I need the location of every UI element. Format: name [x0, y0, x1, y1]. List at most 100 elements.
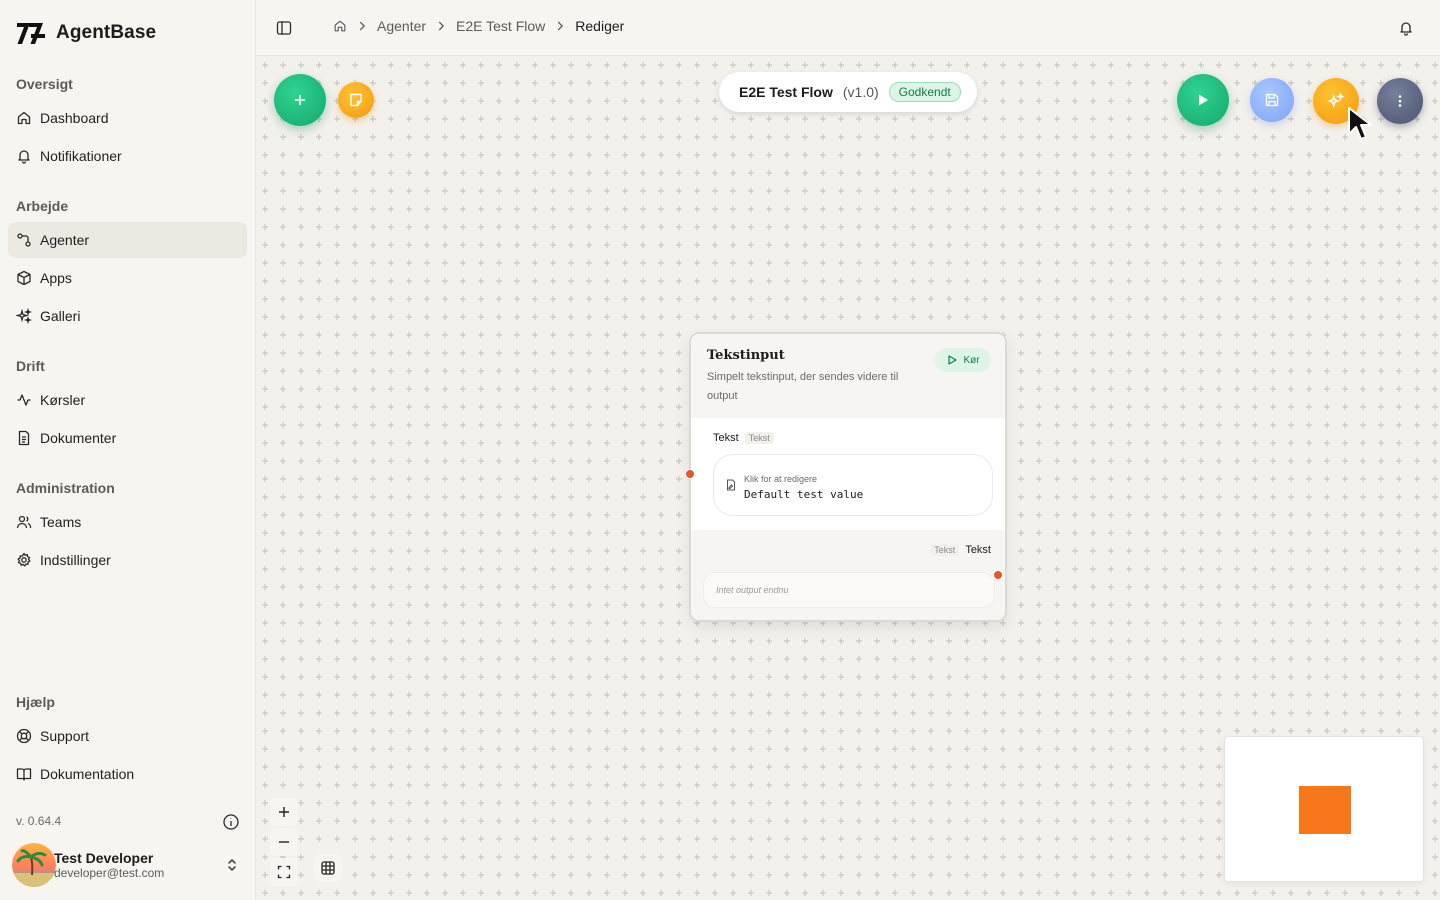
- flow-canvas[interactable]: E2E Test Flow (v1.0) Godkendt Tekstinput…: [256, 56, 1440, 900]
- home-icon[interactable]: [333, 19, 347, 33]
- output-handle[interactable]: [993, 570, 1003, 580]
- node-description: Simpelt tekstinput, der sendes videre ti…: [707, 371, 899, 402]
- sidebar-item-support[interactable]: Support: [8, 718, 247, 754]
- sidebar-item-dashboard[interactable]: Dashboard: [8, 100, 247, 136]
- input-port-label: Tekst Tekst: [713, 432, 774, 444]
- sidebar-item-galleri[interactable]: Galleri: [8, 298, 247, 334]
- home-icon: [17, 111, 31, 125]
- book-icon: [16, 768, 32, 781]
- zoom-in-button[interactable]: [270, 798, 298, 826]
- sidebar-item-korsler[interactable]: Kørsler: [8, 382, 247, 418]
- sidebar-item-label: Dokumentation: [40, 766, 135, 782]
- breadcrumb-flow[interactable]: E2E Test Flow: [456, 18, 545, 34]
- text-input-field[interactable]: Klik for at redigere Default test value: [713, 454, 993, 516]
- more-vertical-icon: [1398, 95, 1402, 107]
- zoom-out-button[interactable]: [270, 828, 298, 856]
- sidebar-item-label: Indstillinger: [40, 552, 111, 568]
- breadcrumb-agenter[interactable]: Agenter: [377, 18, 426, 34]
- workflow-icon: [17, 233, 31, 247]
- minus-icon: [279, 841, 289, 843]
- sidebar-item-indstillinger[interactable]: Indstillinger: [8, 542, 247, 578]
- edit-document-icon: [727, 479, 735, 491]
- sidebar-item-notifikationer[interactable]: Notifikationer: [8, 138, 247, 174]
- input-value: Default test value: [744, 488, 864, 501]
- minimap[interactable]: [1224, 736, 1424, 882]
- breadcrumb-current: Rediger: [575, 18, 625, 34]
- bell-icon[interactable]: [1398, 20, 1414, 36]
- sidebar: AgentBase Oversigt Dashboard Notifikatio…: [0, 0, 256, 900]
- document-icon: [18, 430, 30, 446]
- output-label: Tekst: [965, 544, 991, 556]
- breadcrumb: Agenter E2E Test Flow Rediger: [333, 18, 624, 34]
- section-title-hjaelp: Hjælp: [16, 694, 55, 710]
- activity-icon: [17, 394, 31, 406]
- sparkles-icon: [1327, 92, 1345, 108]
- chevrons-up-down-icon: [228, 859, 236, 871]
- sidebar-item-label: Support: [40, 728, 90, 744]
- bell-icon: [18, 150, 30, 164]
- add-node-button[interactable]: [274, 74, 326, 126]
- sparkles-icon: [16, 308, 32, 324]
- sidebar-item-apps[interactable]: Apps: [8, 260, 247, 296]
- zoom-controls: [270, 798, 298, 888]
- play-icon: [1199, 94, 1208, 106]
- mouse-cursor-icon: [1348, 107, 1372, 140]
- sidebar-item-dokumenter[interactable]: Dokumenter: [8, 420, 247, 456]
- section-title-administration: Administration: [16, 480, 115, 496]
- sidebar-item-label: Kørsler: [40, 392, 86, 408]
- sidebar-item-label: Dashboard: [40, 110, 109, 126]
- gear-icon: [17, 552, 31, 567]
- output-display: Intet output endnu: [703, 572, 995, 608]
- user-name: Test Developer: [54, 850, 154, 866]
- sidebar-item-agenter[interactable]: Agenter: [8, 222, 247, 258]
- output-type-chip: Tekst: [930, 544, 960, 556]
- section-title-oversigt: Oversigt: [16, 76, 73, 92]
- top-bar: Agenter E2E Test Flow Rediger: [256, 0, 1440, 56]
- brand-name: AgentBase: [56, 22, 157, 43]
- notes-button[interactable]: [338, 82, 374, 118]
- plus-icon: [279, 807, 289, 817]
- run-node-button[interactable]: Kør: [935, 348, 991, 372]
- fullscreen-icon: [277, 865, 291, 879]
- section-title-drift: Drift: [16, 358, 45, 374]
- brand[interactable]: AgentBase: [16, 20, 156, 46]
- save-button[interactable]: [1250, 78, 1294, 122]
- info-icon[interactable]: [222, 813, 240, 831]
- users-icon: [16, 515, 32, 529]
- text-input-node[interactable]: Tekstinput Simpelt tekstinput, der sende…: [685, 332, 1007, 622]
- sidebar-item-label: Galleri: [40, 308, 81, 324]
- lifebuoy-icon: [16, 728, 32, 744]
- sticky-note-icon: [350, 93, 362, 107]
- agentbase-logo-icon: [17, 23, 45, 44]
- more-options-button[interactable]: [1377, 78, 1423, 124]
- minimap-node: [1299, 786, 1351, 834]
- grid-icon: [321, 861, 335, 875]
- sidebar-item-label: Teams: [40, 514, 82, 530]
- edit-hint: Klik for at redigere: [744, 474, 818, 484]
- sidebar-item-dokumentation[interactable]: Dokumentation: [8, 756, 247, 792]
- input-label: Tekst: [713, 432, 739, 444]
- output-port-label: Tekst Tekst: [930, 544, 991, 556]
- run-node-label: Kør: [963, 354, 980, 366]
- toggle-grid-button[interactable]: [314, 854, 342, 882]
- status-badge: Godkendt: [888, 82, 961, 102]
- sidebar-toggle-icon[interactable]: [276, 20, 292, 36]
- user-email: developer@test.com: [54, 866, 165, 880]
- plus-icon: [295, 95, 305, 105]
- flow-title-pill: E2E Test Flow (v1.0) Godkendt: [719, 72, 977, 112]
- flow-name: E2E Test Flow: [739, 84, 833, 100]
- play-icon: [948, 355, 958, 365]
- node-header: Tekstinput Simpelt tekstinput, der sende…: [691, 334, 1005, 418]
- sidebar-item-label: Dokumenter: [40, 430, 117, 446]
- node-title: Tekstinput: [707, 348, 785, 363]
- box-icon: [17, 270, 31, 286]
- save-icon: [1265, 93, 1279, 107]
- input-handle[interactable]: [685, 469, 695, 479]
- output-section: Tekst Tekst Intet output endnu: [691, 530, 1005, 620]
- user-menu[interactable]: Test Developer developer@test.com: [12, 842, 248, 888]
- run-flow-button[interactable]: [1177, 74, 1229, 126]
- sidebar-item-label: Agenter: [40, 232, 90, 248]
- sidebar-item-teams[interactable]: Teams: [8, 504, 247, 540]
- fit-view-button[interactable]: [270, 858, 298, 886]
- input-type-chip: Tekst: [744, 432, 774, 444]
